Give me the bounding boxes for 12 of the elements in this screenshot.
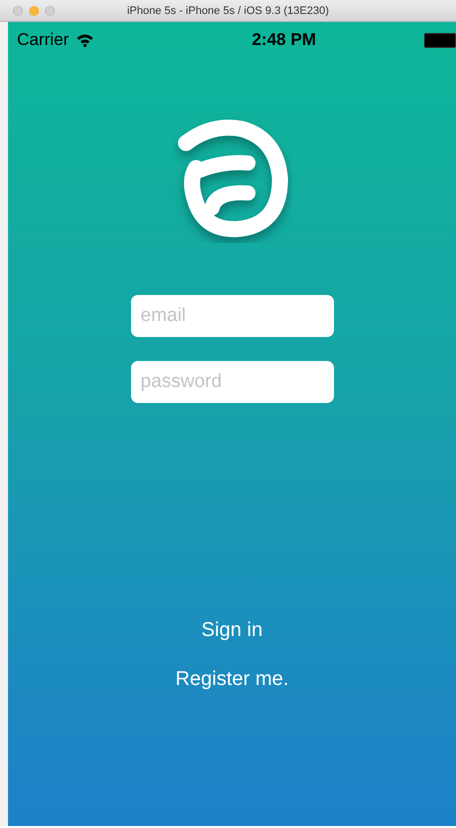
status-time: 2:48 PM: [252, 30, 316, 50]
text-button[interactable]: Sign in: [197, 617, 267, 644]
minimize-light-icon[interactable]: [29, 6, 39, 16]
close-light-icon[interactable]: [13, 6, 23, 16]
carrier-label: Carrier: [17, 30, 69, 50]
battery-icon: [424, 32, 456, 48]
input-field[interactable]: email: [130, 295, 334, 337]
input-field[interactable]: password: [130, 361, 334, 403]
zoom-light-icon[interactable]: [45, 6, 55, 16]
wifi-icon: [76, 33, 94, 47]
text-button[interactable]: Register me.: [171, 666, 293, 693]
window-title: iPhone 5s - iPhone 5s / iOS 9.3 (13E230): [126, 4, 330, 16]
